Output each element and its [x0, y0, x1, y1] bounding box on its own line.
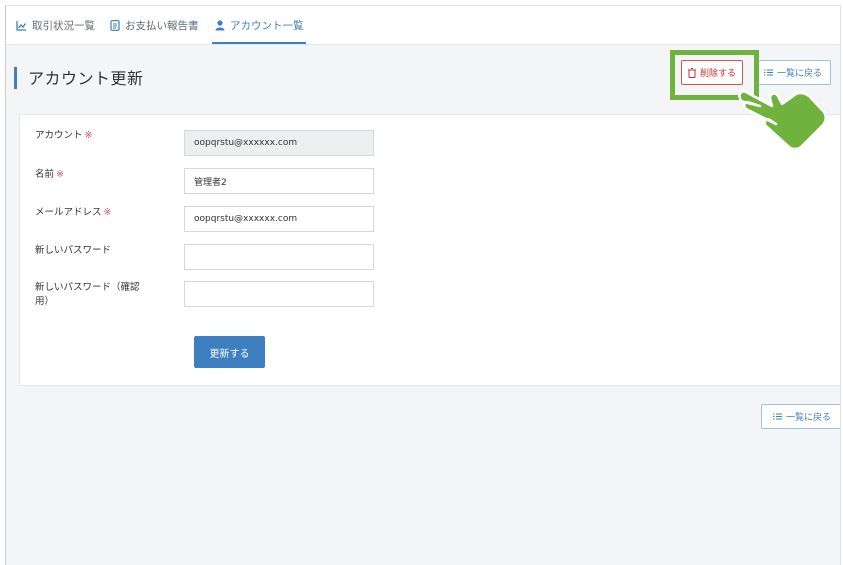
- chart-icon: [16, 20, 27, 31]
- name-label: 名前 ※: [35, 168, 64, 182]
- back-to-list-label: 一覧に戻る: [785, 413, 831, 423]
- name-value: 管理者2: [194, 177, 227, 188]
- new-password-label: 新しいパスワード: [35, 245, 112, 256]
- nav-item-label: お支払い報告書: [125, 19, 199, 32]
- delete-label: 削除する: [699, 69, 736, 79]
- required-mark: ※: [56, 169, 64, 180]
- email-value: oopqrstu@xxxxxx.com: [194, 214, 298, 224]
- new-password-field[interactable]: [184, 244, 374, 270]
- confirm-password-label: 新しいパスワード（確認用）: [35, 282, 140, 307]
- trash-icon: [687, 67, 696, 78]
- back-to-list-button-top[interactable]: 一覧に戻る: [755, 60, 831, 85]
- required-mark: ※: [84, 130, 93, 141]
- email-label-text: メールアドレス: [35, 207, 102, 218]
- document-icon: [109, 19, 120, 31]
- email-label: メールアドレス ※: [35, 206, 111, 220]
- top-nav: 取引状況一覧 お支払い報告書 アカウント一覧: [6, 6, 840, 45]
- account-label-text: アカウント: [35, 130, 83, 141]
- account-label: アカウント ※: [35, 129, 92, 143]
- account-form-card: アカウント ※ oopqrstu@xxxxxx.com 名前 ※ 管理者2 メールア…: [19, 114, 840, 386]
- email-field[interactable]: oopqrstu@xxxxxx.com: [184, 206, 374, 232]
- name-label-text: 名前: [35, 169, 55, 180]
- name-field[interactable]: 管理者2: [184, 168, 374, 194]
- account-field[interactable]: oopqrstu@xxxxxx.com: [184, 130, 374, 156]
- nav-item-transactions[interactable]: 取引状況一覧: [16, 6, 95, 44]
- nav-item-label: 取引状況一覧: [32, 19, 95, 32]
- back-to-list-label: 一覧に戻る: [776, 69, 822, 79]
- list-icon: [763, 69, 773, 76]
- nav-item-label: アカウント一覧: [230, 19, 304, 32]
- confirm-password-field[interactable]: [184, 281, 374, 307]
- app-frame: 取引状況一覧 お支払い報告書 アカウント一覧 アカウント更新 アカウント ※ oo…: [5, 5, 841, 565]
- page-title: アカウント更新: [28, 69, 144, 88]
- update-button[interactable]: 更新する: [194, 336, 265, 368]
- title-accent-bar: [14, 67, 17, 89]
- nav-item-accounts[interactable]: アカウント一覧: [212, 6, 305, 44]
- account-value: oopqrstu@xxxxxx.com: [194, 138, 298, 148]
- required-mark: ※: [103, 207, 112, 218]
- user-icon: [214, 19, 225, 31]
- delete-button[interactable]: 削除する: [681, 60, 743, 85]
- nav-item-payment-reports[interactable]: お支払い報告書: [109, 6, 199, 44]
- list-icon: [772, 413, 782, 420]
- back-to-list-button-bottom[interactable]: 一覧に戻る: [761, 404, 840, 429]
